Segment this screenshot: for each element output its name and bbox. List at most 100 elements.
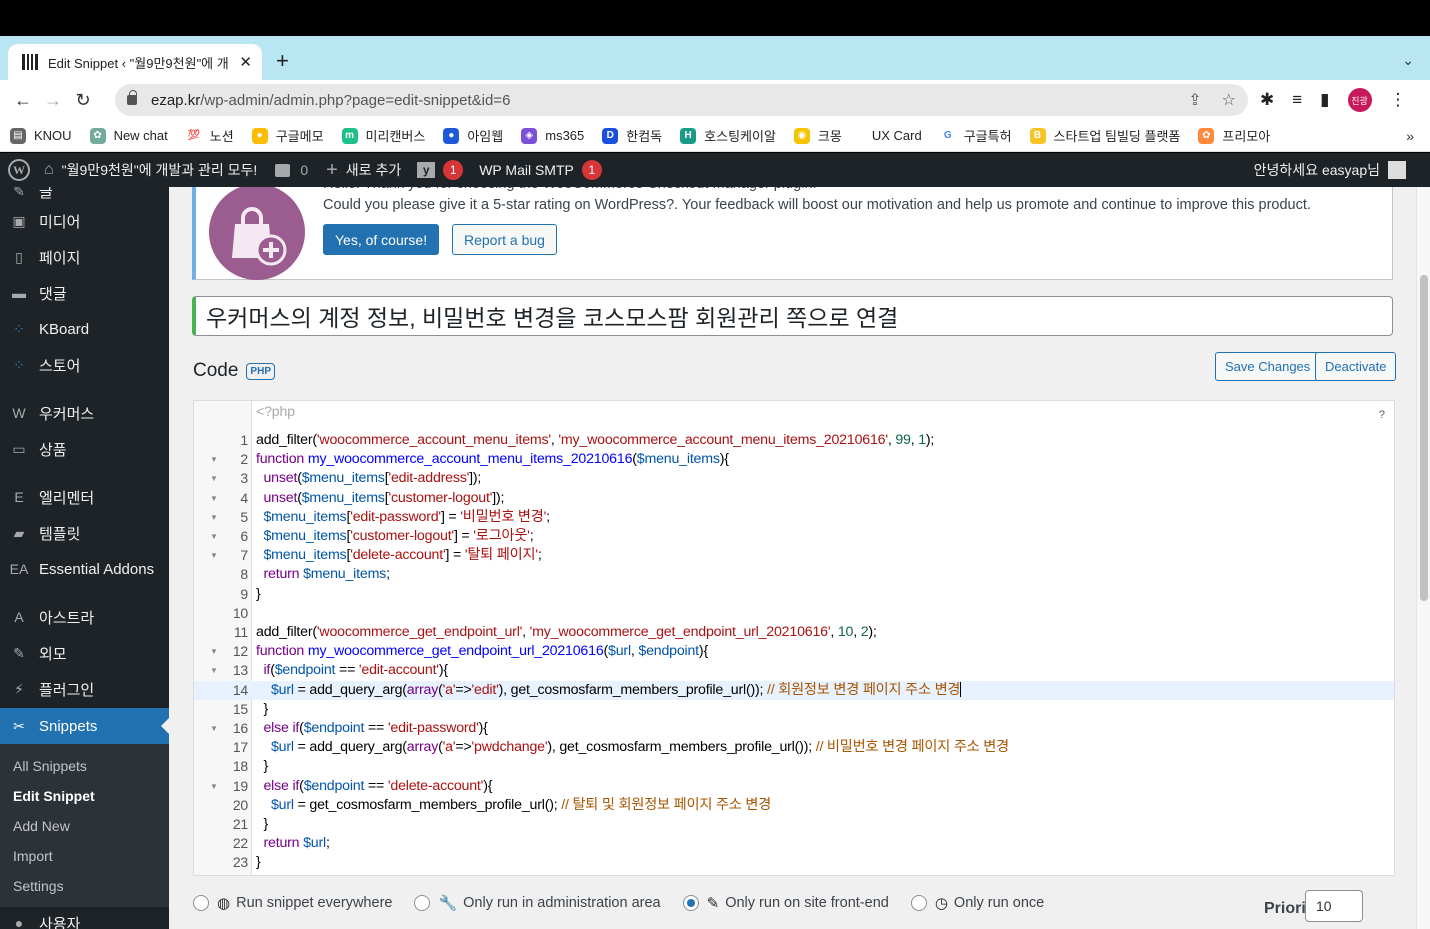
- bookmark-star-icon[interactable]: ☆: [1222, 90, 1236, 110]
- sidebar-item[interactable]: W 우커머스: [0, 395, 169, 431]
- bookmark-item[interactable]: ▤ KNOU: [10, 127, 72, 144]
- sidebar-item[interactable]: ✎ 외모: [0, 635, 169, 671]
- comments-link[interactable]: 0: [275, 162, 308, 178]
- sidebar-item[interactable]: ▬ 댓글: [0, 275, 169, 311]
- submenu-item[interactable]: Add New: [13, 818, 70, 834]
- scrollbar-thumb[interactable]: [1420, 275, 1428, 601]
- code-line[interactable]: 13 ▼ if($endpoint == 'edit-account'){: [194, 661, 1394, 680]
- bookmark-item[interactable]: ◉ 크몽: [793, 126, 842, 145]
- new-tab-button[interactable]: +: [276, 50, 289, 72]
- wordpress-logo-icon[interactable]: W: [8, 159, 30, 181]
- sidebar-item[interactable]: A 아스트라: [0, 599, 169, 635]
- fold-toggle-icon[interactable]: ▼: [210, 527, 218, 546]
- code-line[interactable]: 20 $url = get_cosmosfarm_members_profile…: [194, 796, 1394, 815]
- code-line[interactable]: 4 ▼ unset($menu_items['customer-logout'])…: [194, 489, 1394, 508]
- site-name-link[interactable]: ⌂ "월9만9천원"에 개발과 관리 모두!: [44, 160, 257, 180]
- page-scrollbar[interactable]: [1416, 187, 1430, 929]
- wp-mail-smtp-link[interactable]: WP Mail SMTP 1: [479, 160, 602, 180]
- media-queue-icon[interactable]: ≡: [1292, 90, 1302, 110]
- fold-toggle-icon[interactable]: ▼: [210, 719, 218, 738]
- code-line[interactable]: 16 ▼ else if($endpoint == 'edit-password'…: [194, 719, 1394, 738]
- scope-option[interactable]: ◷ Only run once: [910, 894, 1044, 912]
- bookmark-item[interactable]: B 스타트업 팀빌딩 플랫폼: [1029, 126, 1180, 145]
- snippet-title-input[interactable]: 우커머스의 계정 정보, 비밀번호 변경을 코스모스팜 회원관리 쪽으로 연결: [192, 296, 1393, 336]
- code-line[interactable]: 15 }: [194, 700, 1394, 719]
- submenu-item[interactable]: Settings: [13, 878, 64, 894]
- code-line[interactable]: 9}: [194, 585, 1394, 604]
- code-line[interactable]: 19 ▼ else if($endpoint == 'delete-account…: [194, 777, 1394, 796]
- bookmarks-overflow-icon[interactable]: »: [1406, 128, 1414, 144]
- submenu-item[interactable]: Edit Snippet: [13, 788, 95, 804]
- back-button[interactable]: ←: [8, 90, 38, 111]
- bookmark-item[interactable]: m 미리캔버스: [341, 126, 425, 145]
- side-panel-icon[interactable]: ▮: [1320, 90, 1329, 110]
- address-bar[interactable]: ezap.kr/wp-admin/admin.php?page=edit-sni…: [115, 84, 1248, 116]
- sidebar-item[interactable]: ⚡ 플러그인: [0, 671, 169, 707]
- fold-toggle-icon[interactable]: ▼: [210, 661, 218, 680]
- code-line[interactable]: 18 }: [194, 757, 1394, 776]
- bookmark-item[interactable]: 💯 노션: [186, 126, 234, 145]
- sidebar-item[interactable]: ▯ 페이지: [0, 239, 169, 275]
- code-line[interactable]: 17 $url = add_query_arg(array('a'=>'pwdc…: [194, 738, 1394, 757]
- save-changes-button[interactable]: Save Changes: [1215, 352, 1321, 381]
- code-line[interactable]: 23}: [194, 853, 1394, 872]
- code-line[interactable]: 10: [194, 604, 1394, 623]
- bookmark-item[interactable]: G 구글특허: [940, 126, 1012, 145]
- scope-option[interactable]: 🔧 Only run in administration area: [414, 894, 661, 912]
- scope-option[interactable]: ◍ Run snippet everywhere: [193, 894, 392, 912]
- code-line[interactable]: 7 ▼ $menu_items['delete-account'] = '탈퇴 페…: [194, 546, 1394, 565]
- bookmark-item[interactable]: H 호스팅케이알: [680, 126, 776, 145]
- code-line[interactable]: 3 ▼ unset($menu_items['edit-address']);: [194, 469, 1394, 488]
- report-bug-button[interactable]: Report a bug: [452, 224, 557, 255]
- bookmark-item[interactable]: ● 구글메모: [251, 126, 324, 145]
- sidebar-item[interactable]: ⁘ 스토어: [0, 347, 169, 383]
- scope-radio[interactable]: [193, 895, 209, 911]
- fold-toggle-icon[interactable]: ▼: [210, 469, 218, 488]
- deactivate-button[interactable]: Deactivate: [1315, 352, 1397, 381]
- tab-close-icon[interactable]: ✕: [239, 53, 252, 71]
- sidebar-item[interactable]: ▭ 상품: [0, 431, 169, 467]
- fold-toggle-icon[interactable]: ▼: [210, 777, 218, 796]
- fold-toggle-icon[interactable]: ▼: [210, 642, 218, 661]
- code-line[interactable]: 11 add_filter('woocommerce_get_endpoint_u…: [194, 623, 1394, 642]
- tab-search-chevron-icon[interactable]: ⌄: [1402, 52, 1414, 69]
- bookmark-item[interactable]: UX Card: [872, 128, 922, 143]
- code-line[interactable]: 22 return $url;: [194, 834, 1394, 853]
- bookmark-item[interactable]: ✿ 프리모아: [1198, 126, 1270, 145]
- scope-radio[interactable]: [414, 895, 431, 911]
- new-content-link[interactable]: + 새로 추가: [326, 159, 401, 182]
- bookmark-item[interactable]: ● 아임웹: [443, 126, 503, 145]
- rate-yes-button[interactable]: Yes, of course!: [323, 224, 440, 255]
- submenu-item[interactable]: All Snippets: [13, 758, 87, 774]
- fold-toggle-icon[interactable]: ▼: [210, 508, 218, 527]
- browser-tab[interactable]: Edit Snippet ‹ "월9만9천원"에 개 ✕: [8, 44, 262, 80]
- reload-button[interactable]: ↻: [68, 90, 98, 111]
- code-line[interactable]: 1 add_filter('woocommerce_account_menu_it…: [194, 431, 1394, 450]
- code-editor[interactable]: ? <?php 1 add_filter('woocommerce_account_…: [193, 400, 1395, 876]
- sidebar-item[interactable]: ⁘ KBoard: [0, 311, 169, 347]
- code-line[interactable]: 5 ▼ $menu_items['edit-password'] = '비밀번호 …: [194, 508, 1394, 527]
- scope-option[interactable]: ✎ Only run on site front-end: [682, 894, 889, 912]
- forward-button[interactable]: →: [38, 90, 68, 111]
- scope-radio[interactable]: [910, 895, 927, 911]
- code-line[interactable]: 8 return $menu_items;: [194, 565, 1394, 584]
- bookmark-item[interactable]: D 한컴독: [602, 126, 662, 145]
- browser-menu-icon[interactable]: ⋮: [1390, 90, 1407, 110]
- my-account-link[interactable]: 안녕하세요 easyap님: [1254, 153, 1406, 187]
- scope-radio[interactable]: [682, 895, 699, 911]
- sidebar-item[interactable]: EA Essential Addons: [0, 551, 169, 587]
- sidebar-item[interactable]: E 엘리멘터: [0, 479, 169, 515]
- bookmark-item[interactable]: ◈ ms365: [521, 127, 584, 144]
- bookmark-item[interactable]: ✿ New chat: [89, 127, 168, 144]
- profile-avatar[interactable]: 진광: [1347, 88, 1372, 112]
- sidebar-item[interactable]: ▰ 템플릿: [0, 515, 169, 551]
- priority-input[interactable]: 10: [1305, 890, 1363, 922]
- fold-toggle-icon[interactable]: ▼: [210, 450, 218, 469]
- sidebar-item[interactable]: ▣ 미디어: [0, 203, 169, 239]
- sidebar-item[interactable]: ● 사용자: [0, 905, 169, 929]
- submenu-item[interactable]: Import: [13, 848, 53, 864]
- fold-toggle-icon[interactable]: ▼: [210, 546, 218, 565]
- share-icon[interactable]: ⇪: [1188, 90, 1201, 110]
- code-line[interactable]: 21 }: [194, 815, 1394, 834]
- yoast-link[interactable]: y 1: [417, 160, 464, 180]
